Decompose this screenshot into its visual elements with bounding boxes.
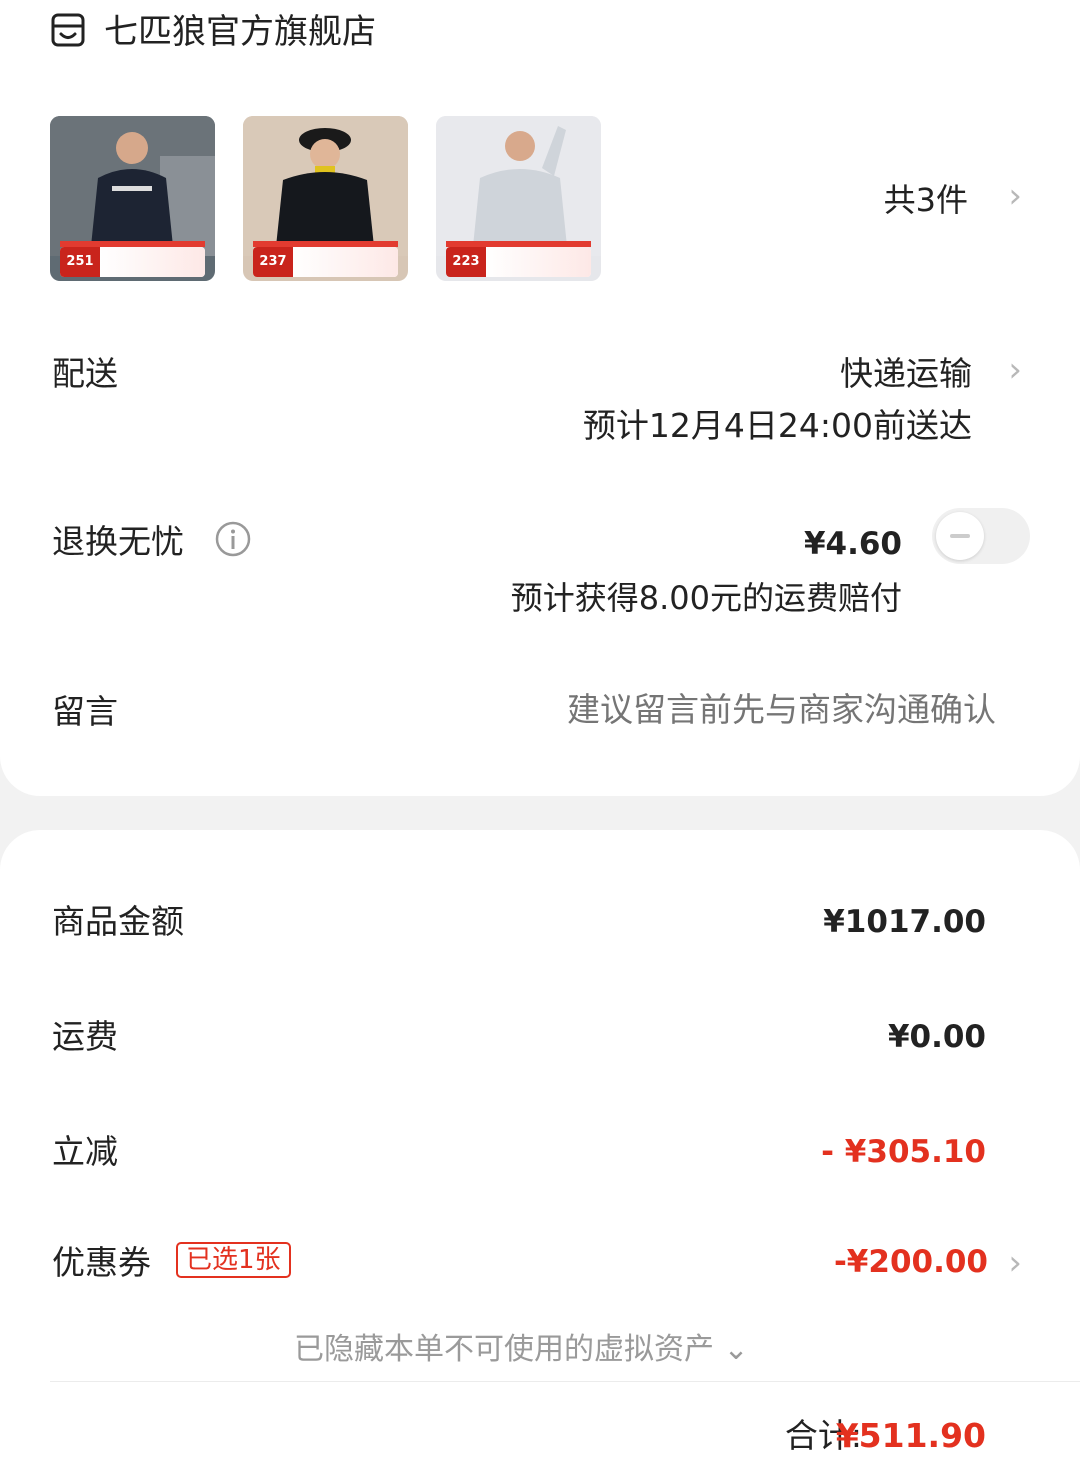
instant-discount-value: - ¥305.10 xyxy=(821,1134,986,1170)
return-insurance-description: 预计获得8.00元的运费赔付 xyxy=(510,579,902,617)
product-image xyxy=(436,116,601,256)
hidden-assets-toggle[interactable]: 已隐藏本单不可使用的虚拟资产 ⌄ xyxy=(294,1328,749,1372)
shipping-value: ¥0.00 xyxy=(887,1019,986,1055)
info-icon[interactable] xyxy=(214,520,252,558)
item-count[interactable]: 共3件 xyxy=(884,178,968,222)
promo-price: 237 xyxy=(253,247,293,277)
promo-badge xyxy=(293,247,398,277)
promo-strip: 251 xyxy=(60,247,205,277)
store-icon xyxy=(51,13,85,47)
coupon-value[interactable]: -¥200.00 xyxy=(834,1240,988,1284)
shipping-label: 运费 xyxy=(52,1017,118,1056)
promo-badge xyxy=(486,247,591,277)
total-value: ¥511.90 xyxy=(835,1416,986,1455)
instant-discount-label: 立减 xyxy=(52,1132,118,1171)
divider xyxy=(50,1381,1080,1382)
product-image xyxy=(50,116,215,256)
message-input[interactable] xyxy=(496,688,996,732)
promo-price: 251 xyxy=(60,247,100,277)
message-label: 留言 xyxy=(52,692,118,731)
goods-amount-label: 商品金额 xyxy=(52,902,184,941)
chevron-right-icon[interactable]: › xyxy=(1008,1243,1022,1283)
product-image xyxy=(243,116,408,256)
delivery-eta: 预计12月4日24:00前送达 xyxy=(582,406,972,445)
return-insurance-label: 退换无忧 xyxy=(52,522,184,561)
promo-price: 223 xyxy=(446,247,486,277)
promo-badge xyxy=(100,247,205,277)
return-insurance-price: ¥4.60 xyxy=(803,526,902,562)
promo-strip: 237 xyxy=(253,247,398,277)
product-thumbnail[interactable]: 251 xyxy=(50,116,215,281)
toggle-knob xyxy=(936,512,984,560)
coupon-label[interactable]: 优惠券 xyxy=(52,1241,151,1285)
goods-amount-value: ¥1017.00 xyxy=(823,904,986,940)
product-thumbnail[interactable]: 223 xyxy=(436,116,601,281)
chevron-right-icon[interactable]: › xyxy=(1008,350,1022,390)
promo-strip: 223 xyxy=(446,247,591,277)
chevron-right-icon[interactable]: › xyxy=(1008,176,1022,216)
product-thumbnail[interactable]: 237 xyxy=(243,116,408,281)
delivery-label: 配送 xyxy=(52,354,118,393)
store-name[interactable]: 七匹狼官方旗舰店 xyxy=(104,10,376,54)
order-store-card: 七匹狼官方旗舰店 251 237 223 共3件 › 配送 快递运输 › 预计1… xyxy=(0,0,1080,796)
coupon-selected-badge[interactable]: 已选1张 xyxy=(176,1242,291,1278)
return-insurance-toggle[interactable] xyxy=(932,508,1030,564)
delivery-method[interactable]: 快递运输 xyxy=(840,352,972,396)
